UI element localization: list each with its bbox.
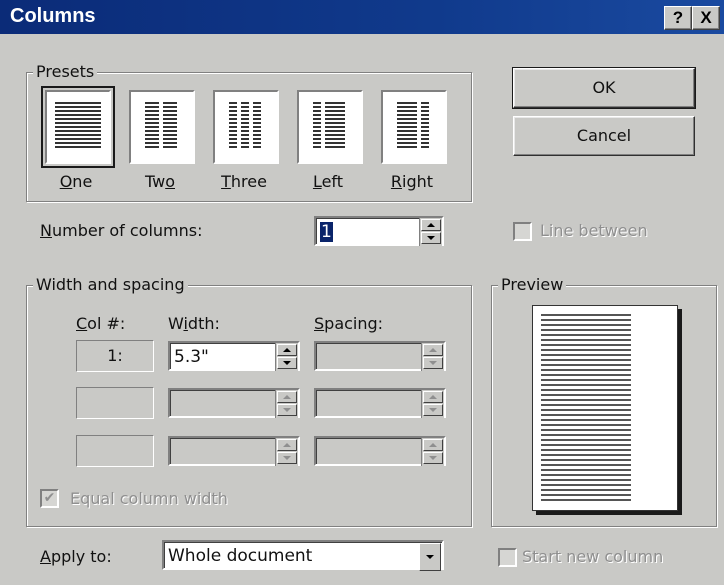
col-number-3 — [76, 435, 154, 467]
equal-column-width-label: Equal column width — [70, 489, 228, 508]
width-input-1[interactable]: 5.3" — [168, 341, 300, 371]
window-title: Columns — [10, 5, 96, 27]
start-new-column-label: Start new column — [522, 547, 664, 566]
cancel-button[interactable]: Cancel — [513, 116, 695, 156]
col-number-header: Col #: — [76, 314, 126, 333]
number-of-columns-spinner[interactable] — [419, 218, 442, 246]
spacing-header: Spacing: — [314, 314, 384, 333]
dropdown-button[interactable] — [419, 543, 441, 571]
width-spinner-3 — [275, 438, 298, 466]
width-header: Width: — [168, 314, 220, 333]
number-of-columns-label: Number of columns: — [40, 221, 203, 240]
spacing-spinner-2 — [421, 390, 444, 418]
preset-label-three[interactable]: Three — [209, 172, 279, 191]
title-bar: Columns ? X — [0, 0, 724, 34]
left-column-icon-narrow — [313, 102, 321, 150]
width-input-2 — [168, 388, 300, 418]
spin-down-icon[interactable] — [277, 357, 297, 369]
chevron-down-icon — [426, 555, 434, 559]
spin-up-icon — [423, 344, 443, 356]
preset-label-right[interactable]: Right — [377, 172, 447, 191]
preset-label-left[interactable]: Left — [293, 172, 363, 191]
preset-three[interactable] — [213, 90, 279, 164]
start-new-column-checkbox[interactable] — [498, 548, 517, 567]
width-input-3 — [168, 436, 300, 466]
spin-down-icon — [423, 452, 443, 464]
line-between-checkbox[interactable] — [513, 222, 532, 241]
preset-one[interactable] — [41, 86, 115, 168]
three-columns-icon-2 — [241, 102, 249, 150]
three-columns-icon-1 — [229, 102, 237, 150]
equal-column-width-checkbox[interactable]: ✔ — [40, 489, 59, 508]
preset-right[interactable] — [381, 90, 447, 164]
spin-up-icon[interactable] — [421, 219, 441, 231]
preset-left[interactable] — [297, 90, 363, 164]
width-spinner-2 — [275, 390, 298, 418]
presets-group-label: Presets — [33, 62, 98, 81]
spacing-input-1[interactable] — [314, 341, 446, 371]
spacing-input-3 — [314, 436, 446, 466]
spin-up-icon — [277, 391, 297, 403]
col-number-1: 1: — [76, 340, 154, 372]
preview-page — [532, 305, 678, 511]
spin-up-icon[interactable] — [277, 344, 297, 356]
preset-two[interactable] — [129, 90, 195, 164]
right-column-icon-wide — [397, 102, 417, 150]
width-spinner-1[interactable] — [275, 343, 298, 371]
spin-down-icon — [277, 404, 297, 416]
col-number-2 — [76, 387, 154, 419]
left-column-icon-wide — [325, 102, 345, 150]
spin-down-icon[interactable] — [421, 232, 441, 244]
preset-label-one[interactable]: One — [41, 172, 111, 191]
two-columns-icon-left — [145, 102, 159, 150]
number-of-columns-value: 1 — [320, 222, 333, 242]
spacing-input-2 — [314, 388, 446, 418]
width-spacing-group-label: Width and spacing — [33, 275, 188, 294]
spacing-spinner-1 — [421, 343, 444, 371]
preset-label-two[interactable]: Two — [125, 172, 195, 191]
spin-up-icon — [277, 439, 297, 451]
spacing-spinner-3 — [421, 438, 444, 466]
spin-down-icon — [423, 357, 443, 369]
line-between-label: Line between — [540, 221, 648, 240]
three-columns-icon-3 — [253, 102, 261, 150]
ok-button[interactable]: OK — [512, 67, 696, 109]
help-button[interactable]: ? — [664, 6, 692, 30]
spin-up-icon — [423, 439, 443, 451]
one-column-icon — [55, 102, 101, 150]
number-of-columns-input[interactable]: 1 — [314, 216, 444, 246]
spin-up-icon — [423, 391, 443, 403]
close-button[interactable]: X — [692, 6, 720, 30]
preview-text-lines — [541, 314, 631, 502]
apply-to-select[interactable]: Whole document — [162, 540, 444, 571]
apply-to-label: Apply to: — [40, 547, 112, 566]
checkmark-icon: ✔ — [43, 490, 56, 506]
two-columns-icon-right — [163, 102, 177, 150]
spin-down-icon — [277, 452, 297, 464]
spin-down-icon — [423, 404, 443, 416]
right-column-icon-narrow — [421, 102, 429, 150]
preview-group-label: Preview — [498, 275, 567, 294]
